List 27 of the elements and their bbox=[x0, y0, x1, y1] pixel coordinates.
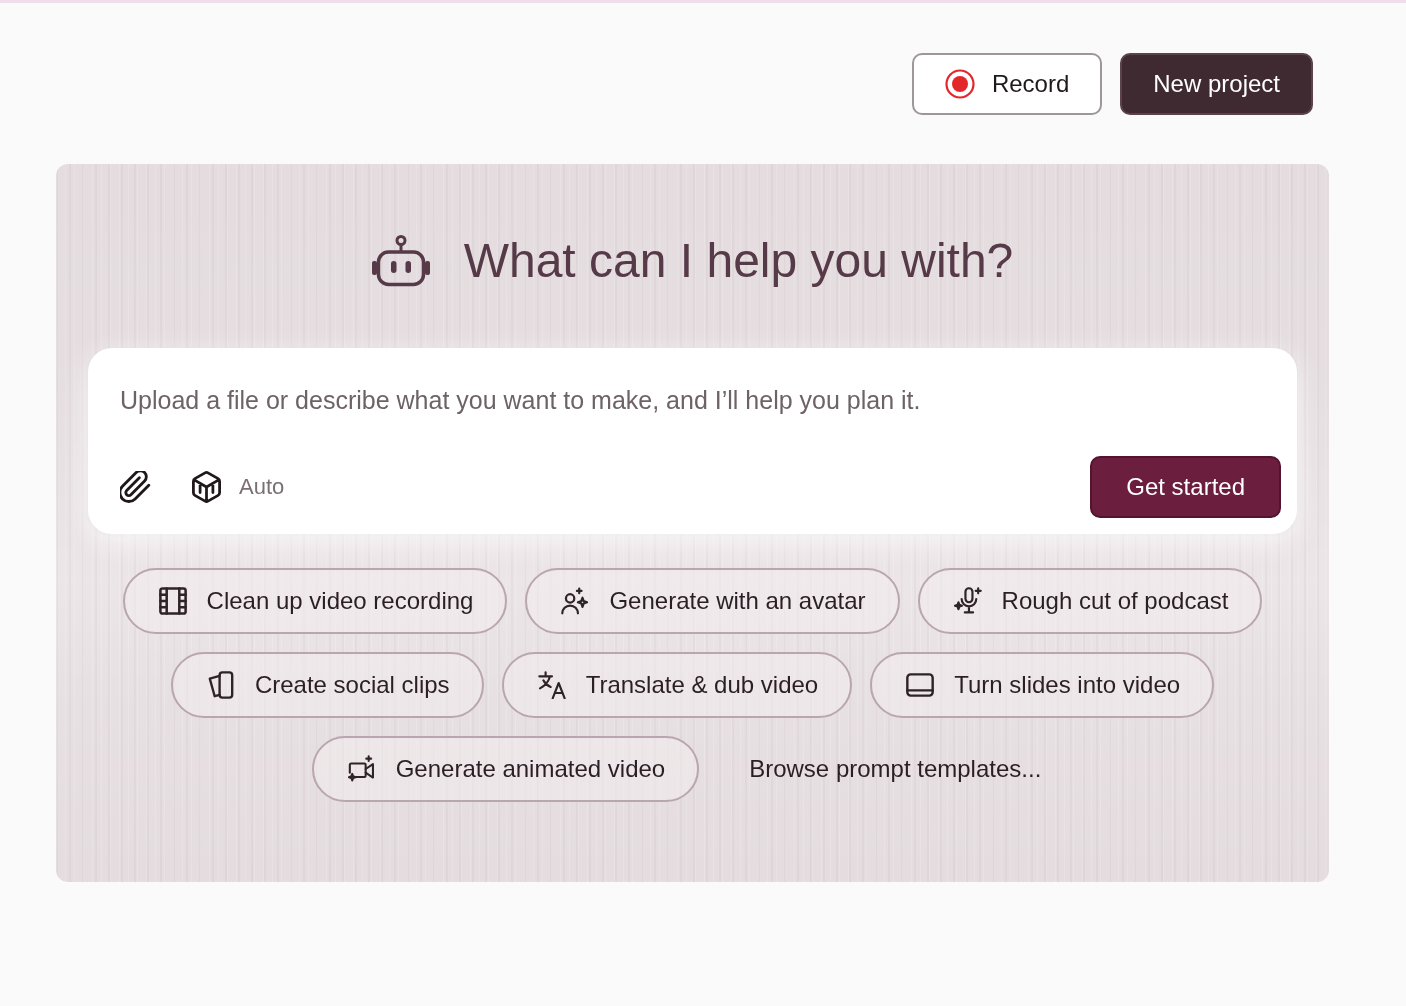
paperclip-icon bbox=[120, 471, 151, 503]
monitor-icon bbox=[906, 671, 935, 699]
microphone-sparkle-icon bbox=[953, 587, 982, 615]
suggestion-chip[interactable]: Turn slides into video bbox=[870, 652, 1215, 718]
phone-cards-icon bbox=[206, 671, 235, 699]
suggestion-chip[interactable]: Generate with an avatar bbox=[525, 568, 900, 634]
person-sparkle-icon bbox=[561, 587, 590, 615]
suggestion-chip[interactable]: Generate animated video bbox=[311, 736, 700, 802]
robot-icon bbox=[371, 235, 430, 287]
record-icon bbox=[944, 69, 975, 99]
suggestion-chip[interactable]: Rough cut of podcast bbox=[917, 568, 1263, 634]
model-button[interactable]: Auto bbox=[191, 471, 285, 503]
get-started-button[interactable]: Get started bbox=[1090, 456, 1281, 518]
suggestion-chip[interactable]: Create social clips bbox=[170, 652, 484, 718]
attach-button[interactable] bbox=[120, 471, 151, 503]
video-camera-sparkle-icon bbox=[347, 755, 376, 783]
film-icon bbox=[158, 587, 187, 615]
suggestion-chip[interactable]: Translate & dub video bbox=[501, 652, 853, 718]
browse-templates-link[interactable]: Browse prompt templates... bbox=[717, 736, 1074, 802]
translate-icon bbox=[537, 671, 566, 699]
new-project-button[interactable]: New project bbox=[1120, 53, 1313, 115]
panel-heading: What can I help you with? bbox=[463, 234, 1014, 288]
prompt-input[interactable]: Upload a file or describe what you want to make, and I’ll help you plan it. bbox=[120, 384, 1281, 440]
record-button[interactable]: Record bbox=[911, 53, 1103, 115]
cube-icon bbox=[191, 471, 222, 503]
prompt-box[interactable]: Upload a file or describe what you want to make, and I’ll help you plan it. Auto Get started bbox=[88, 348, 1297, 534]
suggestion-chip[interactable]: Clean up video recording bbox=[122, 568, 508, 634]
